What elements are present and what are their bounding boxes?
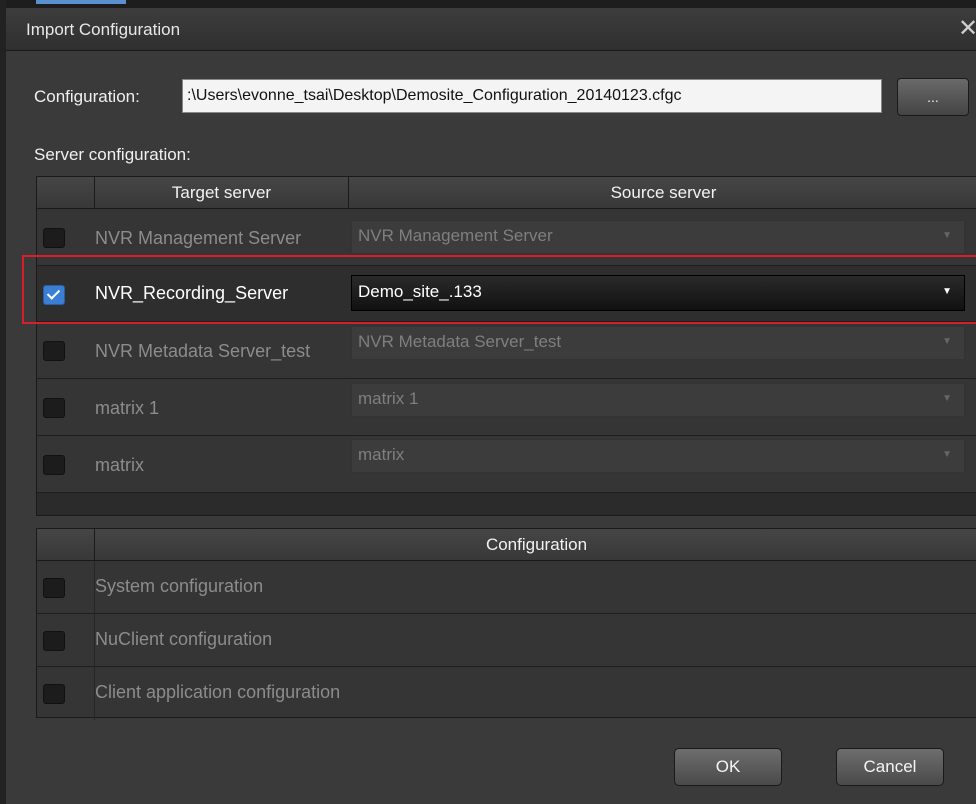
configuration-item-label: System configuration <box>95 576 264 596</box>
configuration-path-field[interactable]: :\Users\evonne_tsai\Desktop\Demosite_Con… <box>182 79 882 113</box>
server-row-checkbox[interactable] <box>43 341 65 361</box>
configuration-grid: Configuration System configuration NuCli… <box>36 528 976 720</box>
dropdown-arrow-icon: ▼ <box>942 393 952 404</box>
cancel-button[interactable]: Cancel <box>836 748 944 786</box>
active-tab-indicator <box>36 0 126 4</box>
configuration-item-label: Client application configuration <box>95 682 341 702</box>
server-row-checkbox[interactable] <box>43 398 65 418</box>
dropdown-arrow-icon: ▼ <box>942 336 952 347</box>
configuration-row: Client application configuration <box>37 667 976 720</box>
configuration-item-label: NuClient configuration <box>95 629 273 649</box>
selection-highlight <box>22 255 976 324</box>
configuration-label: Configuration: <box>34 87 140 106</box>
configuration-checkbox[interactable] <box>43 631 65 651</box>
ok-button[interactable]: OK <box>674 748 782 786</box>
configuration-checkbox[interactable] <box>43 684 65 704</box>
server-row: NVR Metadata Server_test NVR Metadata Se… <box>37 322 976 379</box>
server-row: matrix 1 matrix 1 ▼ <box>37 379 976 436</box>
source-server-dropdown[interactable]: NVR Metadata Server_test ▼ <box>351 326 965 360</box>
source-server-dropdown[interactable]: matrix 1 ▼ <box>351 383 965 417</box>
target-server-name: NVR Metadata Server_test <box>95 341 311 361</box>
checkbox-column-header <box>37 529 95 561</box>
server-row-checkbox[interactable] <box>43 228 65 248</box>
dialog-title: Import Configuration <box>26 20 181 39</box>
source-server-value: NVR Management Server <box>358 226 553 245</box>
target-server-name: matrix <box>95 455 144 475</box>
import-configuration-dialog: Import Configuration ✕ Configuration: :\… <box>0 0 976 804</box>
title-bar: Import Configuration ✕ <box>6 8 976 51</box>
browse-button[interactable]: ... <box>897 78 969 116</box>
server-configuration-grid: Target server Source server NVR Manageme… <box>36 176 976 516</box>
server-row-checkbox[interactable] <box>43 455 65 475</box>
server-configuration-label: Server configuration: <box>34 145 191 164</box>
configuration-checkbox[interactable] <box>43 578 65 598</box>
close-icon[interactable]: ✕ <box>958 14 976 43</box>
source-server-header: Source server <box>349 177 976 209</box>
configuration-row: System configuration <box>37 561 976 614</box>
configuration-row: NuClient configuration <box>37 614 976 667</box>
dropdown-arrow-icon: ▼ <box>942 449 952 460</box>
source-server-value: NVR Metadata Server_test <box>358 332 562 351</box>
server-row: matrix matrix ▼ <box>37 436 976 493</box>
checkbox-column-header <box>37 177 95 209</box>
target-server-name: NVR Management Server <box>95 228 302 248</box>
source-server-value: matrix 1 <box>358 389 419 408</box>
configuration-header: Configuration <box>95 529 976 561</box>
top-strip <box>6 0 976 8</box>
source-server-value: matrix <box>358 445 405 464</box>
source-server-dropdown[interactable]: NVR Management Server ▼ <box>351 220 965 254</box>
target-server-header: Target server <box>95 177 349 209</box>
dropdown-arrow-icon: ▼ <box>942 230 952 241</box>
target-server-name: matrix 1 <box>95 398 160 418</box>
source-server-dropdown[interactable]: matrix ▼ <box>351 439 965 473</box>
